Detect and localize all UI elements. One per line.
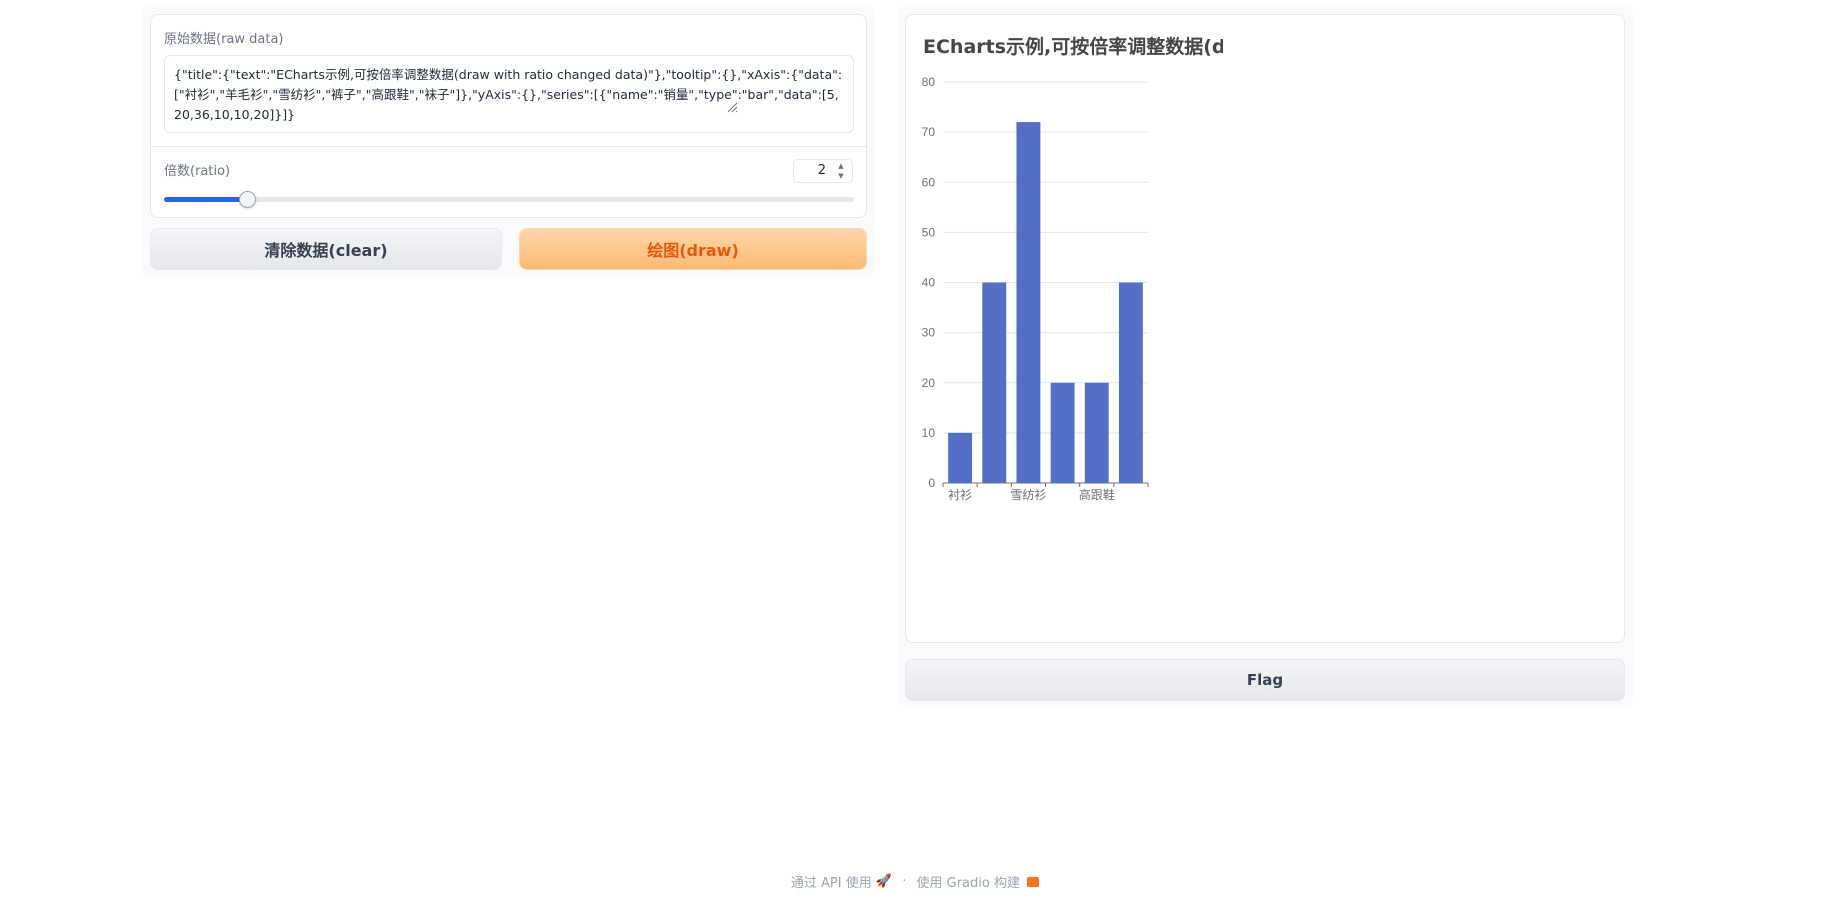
- bar: [1016, 122, 1041, 483]
- footer: 通过 API 使用 🚀 · 使用 Gradio 构建: [0, 872, 1830, 891]
- ratio-label: 倍数(ratio): [164, 164, 231, 179]
- ratio-number-input[interactable]: 2 ▲ ▼: [793, 159, 853, 183]
- input-panel: 原始数据(raw data) {"title":{"text":"ECharts…: [142, 6, 875, 277]
- bar: [982, 282, 1007, 483]
- ratio-slider-fill: [164, 197, 247, 202]
- bar: [948, 432, 973, 483]
- ratio-slider[interactable]: [164, 191, 854, 208]
- resize-handle-icon[interactable]: [726, 101, 738, 113]
- chart-card: 0 10 20 30 40 50 60 70 80 衬衫 雪纺衫 高跟鞋 ECharts示例,可按倍率…: [905, 14, 1625, 643]
- bar: [1118, 282, 1143, 483]
- raw-data-textarea[interactable]: {"title":{"text":"ECharts示例,可按倍率调整数据(dra…: [164, 55, 854, 133]
- bar-chart: 0 10 20 30 40 50 60 70 80 衬衫 雪纺衫 高跟鞋: [922, 75, 1149, 502]
- output-panel: 0 10 20 30 40 50 60 70 80 衬衫 雪纺衫 高跟鞋 ECharts示例,可按倍率…: [897, 6, 1633, 706]
- y-tick-label: 60: [922, 175, 936, 189]
- draw-button[interactable]: 绘图(draw): [519, 228, 867, 270]
- y-tick-label: 70: [922, 125, 936, 139]
- gradio-link[interactable]: 使用 Gradio 构建: [916, 874, 1019, 891]
- chart-title: ECharts示例,可按倍率调整数据(draw with ratio chang…: [923, 36, 1223, 58]
- x-tick-label: 衬衫: [948, 488, 972, 502]
- ratio-number-value: 2: [817, 163, 826, 178]
- input-card: 原始数据(raw data) {"title":{"text":"ECharts…: [150, 14, 867, 218]
- y-tick-label: 30: [922, 326, 936, 340]
- raw-data-label: 原始数据(raw data): [164, 32, 284, 47]
- y-tick-label: 40: [922, 276, 936, 290]
- clear-button[interactable]: 清除数据(clear): [150, 228, 502, 270]
- x-tick-label: 高跟鞋: [1079, 487, 1115, 502]
- api-link[interactable]: 通过 API 使用: [791, 874, 872, 891]
- ratio-slider-thumb[interactable]: [238, 191, 256, 208]
- spinner-arrows-icon[interactable]: ▲ ▼: [834, 161, 848, 181]
- y-tick-label: 80: [922, 75, 936, 89]
- divider: [151, 146, 866, 147]
- bar: [1084, 382, 1109, 483]
- y-tick-label: 20: [922, 376, 936, 390]
- bar: [1050, 382, 1075, 483]
- x-tick-label: 雪纺衫: [1010, 488, 1046, 502]
- y-tick-label: 0: [928, 476, 935, 490]
- flag-button[interactable]: Flag: [905, 659, 1625, 701]
- y-tick-label: 10: [922, 426, 936, 440]
- gradio-logo-icon: [1027, 876, 1040, 887]
- y-tick-label: 50: [922, 225, 936, 239]
- footer-separator: ·: [902, 874, 907, 889]
- rocket-icon: 🚀: [875, 874, 893, 889]
